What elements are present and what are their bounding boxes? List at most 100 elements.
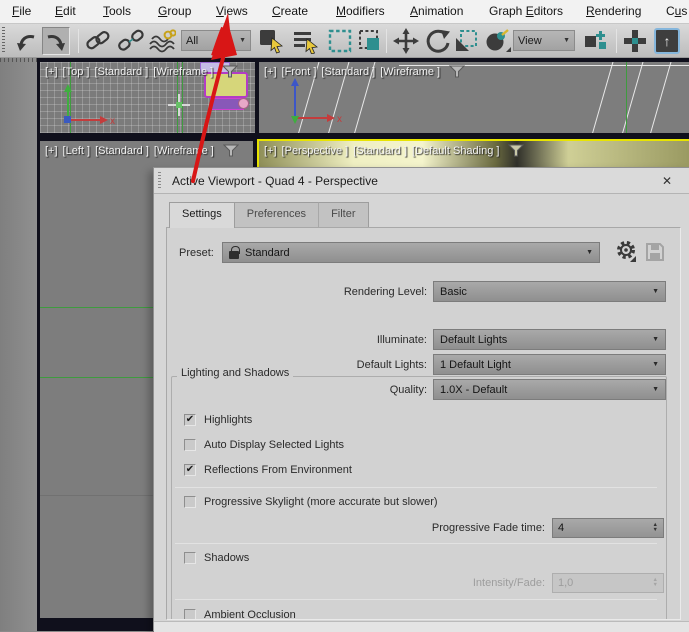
save-preset-button[interactable] [644,240,666,264]
viewport-shading-menu[interactable]: [Wireframe ] [153,66,213,78]
viewport-plus-menu[interactable]: [+] [45,145,58,157]
toolbar-drag-handle[interactable] [2,27,5,54]
viewport-plus-menu[interactable]: [+] [264,66,277,78]
use-pivot-point-center-icon [486,29,511,52]
reference-coordinate-system-dropdown[interactable]: View ▼ [513,30,575,51]
select-and-manipulate-button[interactable] [582,27,610,55]
dialog-title: Active Viewport - Quad 4 - Perspective [172,174,378,188]
menu-create[interactable]: Create [272,4,308,18]
unlink-selection-button[interactable] [117,27,145,55]
window-crossing-toggle-button[interactable] [356,27,384,55]
chevron-down-icon: ▼ [586,249,593,256]
keyboard-shortcut-override-button[interactable]: ↑ [654,28,680,54]
redo-button[interactable] [42,27,70,55]
chevron-down-icon: ▼ [652,386,659,393]
viewport-renderer-menu[interactable]: [Standard ] [95,145,149,157]
scene-object[interactable] [238,98,249,109]
select-and-scale-button[interactable] [452,27,480,55]
transform-gizmo[interactable] [168,94,190,116]
snaps-toggle-button[interactable] [621,27,649,55]
dialog-drag-handle[interactable] [158,172,161,190]
lock-icon [229,245,240,259]
select-and-link-button[interactable] [84,27,112,55]
viewport-layout-sidebar[interactable] [0,58,37,631]
intensity-fade-spinner: 1,0 ▲ ▼ [552,573,664,593]
menu-rendering[interactable]: Rendering [586,4,641,18]
progressive-fade-time-label: Progressive Fade time: [431,522,545,534]
select-and-scale-icon [456,30,477,51]
viewport-label: [+] [Perspective ] [Standard ] [Default … [264,144,525,157]
sidebar-dock-handle [0,58,37,62]
spinner-arrows-icon: ▲ ▼ [652,577,658,588]
auto-display-selected-lights-checkbox[interactable] [184,439,196,451]
select-by-name-button[interactable] [292,27,320,55]
highlights-checkbox[interactable]: ✔ [184,414,196,426]
per-view-filter-icon[interactable] [449,65,466,78]
rendering-level-dropdown[interactable]: Basic ▼ [433,281,666,302]
spinner-arrows-icon[interactable]: ▲ ▼ [653,522,658,533]
quality-dropdown[interactable]: 1.0X - Default ▼ [433,379,666,400]
toolbar-separator [386,29,387,53]
menu-modifiers[interactable]: Modifiers [336,4,385,18]
snaps-toggle-icon [624,30,646,52]
viewport-renderer-menu[interactable]: [Standard ] [321,66,375,78]
tab-filter[interactable]: Filter [319,202,369,227]
toolbar-separator [78,29,79,53]
select-and-move-button[interactable] [392,27,420,55]
ambient-occlusion-row: Ambient Occlusion [184,609,296,619]
rectangular-selection-region-button[interactable] [326,27,354,55]
menu-group[interactable]: Group [158,4,191,18]
ambient-occlusion-checkbox[interactable] [184,609,196,619]
viewport-shading-menu[interactable]: [Wireframe ] [380,66,440,78]
viewport-plus-menu[interactable]: [+] [45,66,58,78]
tab-preferences[interactable]: Preferences [234,202,320,227]
select-object-button[interactable] [258,27,286,55]
use-pivot-point-center-button[interactable] [484,27,512,55]
viewport-renderer-menu[interactable]: [Standard ] [353,145,407,157]
per-view-filter-icon[interactable] [222,144,239,157]
menu-edit[interactable]: Edit [55,4,76,18]
up-arrow-icon: ↑ [663,33,671,49]
menu-graph-editors[interactable]: Graph Editors [489,4,563,18]
undo-button[interactable] [12,27,40,55]
menu-customize[interactable]: Cus [666,4,687,18]
preset-options-button[interactable] [615,240,639,264]
reflections-from-environment-checkbox[interactable]: ✔ [184,464,196,476]
dialog-header[interactable]: Active Viewport - Quad 4 - Perspective ✕ [154,168,689,194]
viewport-front[interactable]: x [+] [Front ] [Standard ] [Wireframe ] [259,62,689,133]
viewport-plus-menu[interactable]: [+] [264,145,277,157]
viewport-pov-menu[interactable]: [Front ] [282,66,317,78]
menu-views[interactable]: Views [216,4,248,18]
progressive-fade-time-spinner[interactable]: 4 ▲ ▼ [552,518,664,538]
viewport-pov-menu[interactable]: [Left ] [63,145,91,157]
default-lights-dropdown[interactable]: 1 Default Light ▼ [433,354,666,375]
viewport-top[interactable]: x [+] [Top ] [Standard ] [Wireframe ] [40,62,255,133]
per-view-filter-icon[interactable] [222,65,239,78]
axis-tripod: x [64,84,115,126]
shadows-checkbox[interactable] [184,552,196,564]
illuminate-dropdown[interactable]: Default Lights ▼ [433,329,666,350]
progressive-skylight-checkbox[interactable] [184,496,196,508]
per-view-filter-icon[interactable] [508,144,525,157]
menu-file[interactable]: File [12,4,31,18]
progressive-skylight-row: Progressive Skylight (more accurate but … [184,496,438,508]
toolbar-separator [616,29,617,53]
shadows-row: Shadows [184,552,249,564]
chevron-down-icon: ▼ [239,37,246,44]
viewport-shading-menu[interactable]: [Default Shading ] [412,145,499,157]
selection-filter-dropdown[interactable]: All ▼ [181,30,251,51]
viewport-renderer-menu[interactable]: [Standard ] [94,66,148,78]
menu-animation[interactable]: Animation [410,4,463,18]
intensity-fade-label: Intensity/Fade: [472,577,545,589]
tab-settings[interactable]: Settings [169,202,235,228]
svg-text:x: x [337,114,342,125]
preset-dropdown[interactable]: Standard ▼ [222,242,600,263]
viewport-pov-menu[interactable]: [Perspective ] [282,145,349,157]
bind-to-space-warp-button[interactable] [148,27,176,55]
rendering-level-label: Rendering Level: [343,286,427,298]
menu-tools[interactable]: Tools [103,4,131,18]
close-button[interactable]: ✕ [659,173,675,189]
viewport-shading-menu[interactable]: [Wireframe ] [154,145,214,157]
viewport-pov-menu[interactable]: [Top ] [63,66,90,78]
select-and-rotate-button[interactable] [424,27,452,55]
